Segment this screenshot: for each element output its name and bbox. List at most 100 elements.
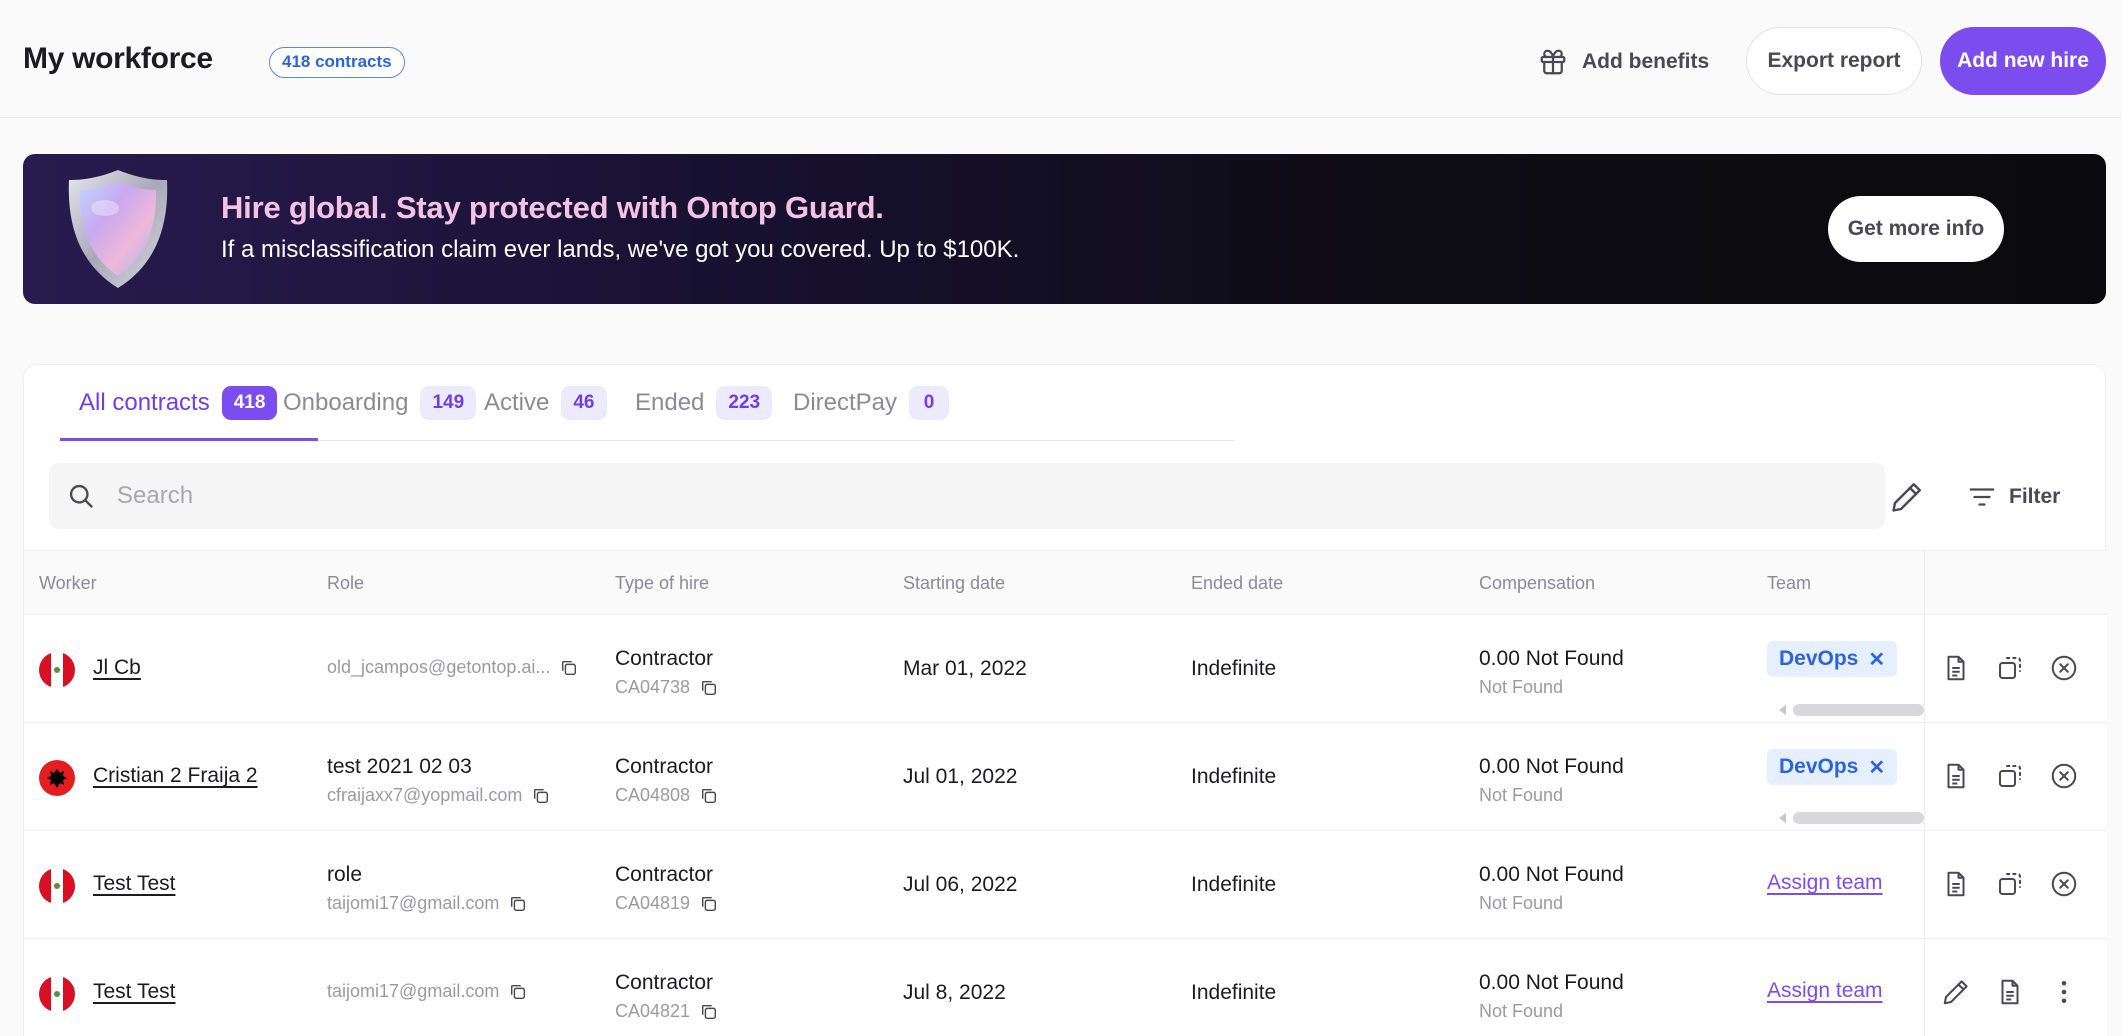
document-icon[interactable] — [1941, 761, 1971, 791]
team-name: DevOps — [1779, 647, 1859, 670]
banner-title: Hire global. Stay protected with Ontop G… — [221, 190, 884, 225]
banner-subtitle: If a misclassification claim ever lands,… — [221, 236, 1020, 263]
get-more-info-button[interactable]: Get more info — [1828, 196, 2004, 262]
hire-type: Contractor — [615, 647, 714, 670]
team-scrollbar[interactable] — [1779, 704, 1924, 716]
assign-team-link[interactable]: Assign team — [1767, 979, 1883, 1003]
contracts-card: All contracts 418 Onboarding 149 Active … — [23, 364, 2107, 1036]
tab-label: Onboarding — [283, 389, 409, 416]
row-actions — [1924, 831, 2107, 938]
actions-column-header — [1924, 551, 2107, 614]
active-tab-indicator — [60, 438, 318, 441]
close-icon[interactable] — [2055, 216, 2081, 242]
contract-code: CA04821 — [615, 1001, 718, 1022]
assign-team-link[interactable]: Assign team — [1767, 871, 1883, 895]
edit-columns-icon[interactable] — [1889, 479, 1925, 515]
copy-contract-icon[interactable] — [1995, 761, 2025, 791]
row-actions — [1924, 723, 2107, 830]
add-benefits-button[interactable]: Add benefits — [1538, 44, 1709, 80]
copy-icon[interactable] — [509, 895, 527, 913]
worker-email: old_jcampos@getontop.ai... — [327, 657, 578, 678]
contract-tabs: All contracts 418 Onboarding 149 Active … — [60, 365, 1235, 441]
team-scrollbar[interactable] — [1779, 812, 1924, 824]
email-text: cfraijaxx7@yopmail.com — [327, 785, 523, 805]
gift-icon — [1540, 49, 1566, 75]
tab-label: DirectPay — [793, 389, 898, 416]
filter-icon — [1969, 488, 1995, 506]
document-icon[interactable] — [1941, 869, 1971, 899]
compensation-sub: Not Found — [1479, 785, 1564, 805]
page-title: My workforce — [23, 42, 213, 75]
ended-date: Indefinite — [1191, 765, 1277, 788]
contract-code: CA04808 — [615, 785, 718, 806]
worker-name-link[interactable]: Test Test — [93, 872, 175, 896]
compensation: 0.00 Not Found — [1479, 755, 1624, 778]
add-benefits-label: Add benefits — [1582, 50, 1710, 73]
add-new-hire-button[interactable]: Add new hire — [1940, 27, 2106, 95]
cancel-icon[interactable] — [2049, 653, 2079, 683]
column-header-ended-date: Ended date — [1191, 573, 1284, 593]
compensation-sub: Not Found — [1479, 677, 1564, 697]
ended-date: Indefinite — [1191, 873, 1277, 896]
contract-code-text: CA04821 — [615, 1001, 691, 1021]
tab-ended[interactable]: Ended 223 — [635, 383, 773, 423]
copy-contract-icon[interactable] — [1995, 869, 2025, 899]
team-chip: DevOps ✕ — [1767, 749, 1898, 785]
column-header-role: Role — [327, 573, 365, 593]
cancel-icon[interactable] — [2049, 869, 2079, 899]
tab-active[interactable]: Active 46 — [484, 383, 607, 423]
worker-name-link[interactable]: Test Test — [93, 980, 175, 1004]
compensation: 0.00 Not Found — [1479, 971, 1624, 994]
remove-team-icon[interactable]: ✕ — [1868, 755, 1885, 780]
copy-icon[interactable] — [700, 787, 718, 805]
more-vertical-icon[interactable] — [2049, 977, 2079, 1007]
worker-name-link[interactable]: Cristian 2 Fraija 2 — [93, 764, 258, 788]
cancel-icon[interactable] — [2049, 761, 2079, 791]
worker-email: taijomi17@gmail.com — [327, 981, 527, 1002]
email-text: taijomi17@gmail.com — [327, 893, 500, 913]
edit-icon[interactable] — [1941, 977, 1971, 1007]
copy-icon[interactable] — [700, 895, 718, 913]
copy-icon[interactable] — [560, 659, 578, 677]
copy-icon[interactable] — [700, 1003, 718, 1021]
tab-count-badge: 223 — [716, 386, 773, 420]
copy-icon[interactable] — [532, 787, 550, 805]
worker-name-link[interactable]: Jl Cb — [93, 656, 141, 680]
tab-count-badge: 418 — [221, 386, 278, 420]
starting-date: Jul 8, 2022 — [903, 981, 1006, 1004]
peru-flag-icon — [39, 868, 75, 904]
search-input[interactable] — [117, 463, 1817, 529]
copy-icon[interactable] — [700, 679, 718, 697]
tab-onboarding[interactable]: Onboarding 149 — [283, 383, 477, 423]
remove-team-icon[interactable]: ✕ — [1868, 647, 1885, 672]
document-icon[interactable] — [1995, 977, 2025, 1007]
starting-date: Mar 01, 2022 — [903, 657, 1027, 680]
search-icon — [69, 484, 93, 508]
copy-icon[interactable] — [509, 983, 527, 1001]
hire-type: Contractor — [615, 755, 714, 778]
tab-label: Ended — [635, 389, 705, 416]
filter-button[interactable]: Filter — [1967, 479, 2060, 515]
peru-flag-icon — [39, 976, 75, 1012]
role-title: test 2021 02 03 — [327, 755, 472, 778]
hire-type: Contractor — [615, 971, 714, 994]
contract-code: CA04819 — [615, 893, 718, 914]
contract-code: CA04738 — [615, 677, 718, 698]
document-icon[interactable] — [1941, 653, 1971, 683]
column-header-compensation: Compensation — [1479, 573, 1596, 593]
tab-directpay[interactable]: DirectPay 0 — [793, 383, 950, 423]
contracts-count-chip: 418 contracts — [269, 47, 405, 78]
starting-date: Jul 01, 2022 — [903, 765, 1018, 788]
tab-all-contracts[interactable]: All contracts 418 — [79, 383, 278, 423]
team-name: DevOps — [1779, 755, 1859, 778]
compensation: 0.00 Not Found — [1479, 647, 1624, 670]
contract-code-text: CA04819 — [615, 893, 691, 913]
tab-count-badge: 149 — [420, 386, 477, 420]
table-row: Cristian 2 Fraija 2 test 2021 02 03 cfra… — [24, 723, 2107, 831]
export-report-button[interactable]: Export report — [1746, 27, 1922, 95]
compensation-sub: Not Found — [1479, 1001, 1564, 1021]
page-header: My workforce 418 contracts Add benefits … — [0, 0, 2122, 118]
column-header-worker: Worker — [39, 573, 97, 593]
copy-contract-icon[interactable] — [1995, 653, 2025, 683]
column-header-type-of-hire: Type of hire — [615, 573, 710, 593]
